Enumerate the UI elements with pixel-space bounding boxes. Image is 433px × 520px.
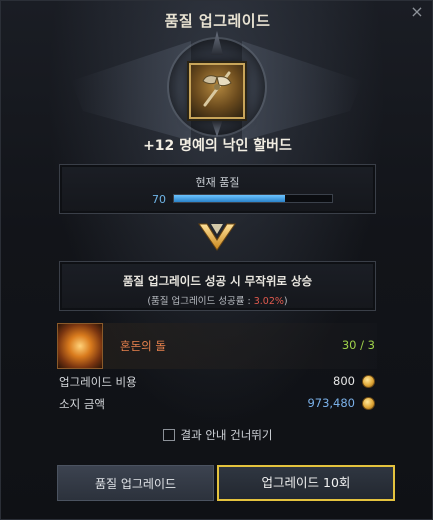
quality-bar-fill [174,195,285,202]
quality-bar [173,194,333,203]
close-button[interactable]: × [408,3,426,21]
material-count: 30 / 3 [341,338,375,352]
success-rate-suffix: ) [283,296,288,307]
item-name: +12 명예의 낙인 할버드 [143,138,292,154]
window-title: 품질 업그레이드 [164,12,271,30]
chaos-stone-icon[interactable] [57,323,103,369]
upgrade-10-times-button[interactable]: 업그레이드 10회 [217,465,395,501]
skip-result-label: 결과 안내 건너뛰기 [180,428,273,442]
gold-coin-icon [362,375,375,388]
quality-upgrade-window: 품질 업그레이드 × +12 명예의 낙인 할버드 현재 품질 70 품질 업그… [0,0,433,520]
quality-value: 70 [152,193,166,206]
material-name: 혼돈의 돌 [120,339,166,353]
skip-result-checkbox[interactable] [162,429,175,441]
upgrade-cost-label: 업그레이드 비용 [59,375,137,389]
material-row: 혼돈의 돌 30 / 3 [57,323,377,369]
upgrade-cost-row: 업그레이드 비용 800 [59,373,377,391]
halberd-icon [195,67,239,115]
upgrade-info-sub: (품질 업그레이드 성공률 : 3.02%) [60,293,375,307]
success-rate-prefix: (품질 업그레이드 성공률 : [147,296,254,307]
down-arrow-icon [198,223,236,251]
quality-upgrade-button[interactable]: 품질 업그레이드 [57,465,214,501]
owned-gold-value: 973,480 [307,396,355,410]
quality-label: 현재 품질 [195,176,240,189]
success-rate-value: 3.02% [253,296,284,307]
owned-gold-label: 소지 금액 [59,397,105,411]
upgrade-cost-value: 800 [333,374,355,388]
item-slot[interactable] [189,63,245,119]
upgrade-info-panel: 품질 업그레이드 성공 시 무작위로 상승 (품질 업그레이드 성공률 : 3.… [59,261,376,311]
gold-coin-icon [362,397,375,410]
skip-result-option[interactable]: 결과 안내 건너뛰기 [1,427,433,443]
owned-gold-row: 소지 금액 973,480 [59,395,377,413]
current-quality-panel: 현재 품질 70 [59,164,376,214]
upgrade-info-main: 품질 업그레이드 성공 시 무작위로 상승 [122,274,313,288]
